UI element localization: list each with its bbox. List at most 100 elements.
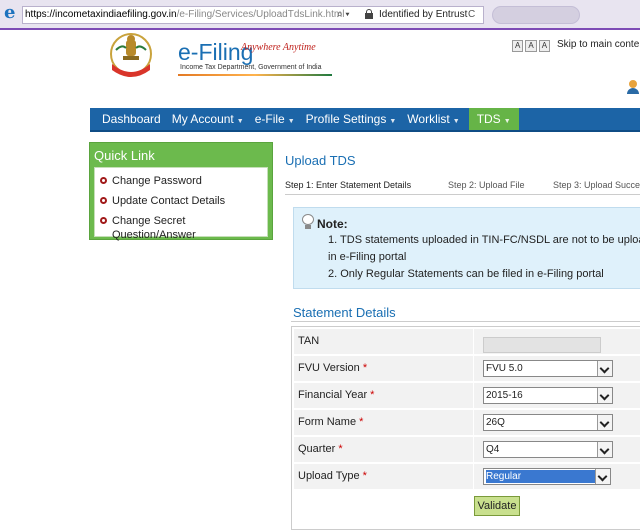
column-divider bbox=[473, 464, 474, 490]
quarter-label-text: Quarter bbox=[298, 443, 336, 455]
nav-my-account[interactable]: My Account ▼ bbox=[166, 108, 249, 130]
form-row-financial-year: Financial Year * 2015-16 bbox=[294, 383, 640, 409]
font-size-medium-button[interactable]: A bbox=[525, 40, 537, 52]
bullet-icon bbox=[100, 177, 107, 184]
chevron-down-icon[interactable] bbox=[595, 469, 610, 484]
nav-my-account-label: My Account bbox=[171, 112, 234, 126]
logo-tagline: Anywhere Anytime bbox=[241, 42, 316, 53]
financial-year-label: Financial Year * bbox=[298, 389, 374, 401]
required-mark: * bbox=[362, 470, 367, 482]
nav-profile-settings[interactable]: Profile Settings ▼ bbox=[300, 108, 402, 130]
note-item: 2. Only Regular Statements can be filed … bbox=[328, 268, 604, 280]
quick-link-secret-question[interactable]: Change Secret Question/Answer bbox=[95, 214, 267, 241]
user-icon[interactable] bbox=[626, 80, 640, 94]
form-row-upload-type: Upload Type * Regular bbox=[294, 464, 640, 490]
statement-details-title: Statement Details bbox=[293, 305, 396, 320]
search-dropdown-icon[interactable]: ⌕ ▾ bbox=[337, 7, 350, 23]
quick-link-change-password[interactable]: Change Password bbox=[95, 174, 267, 194]
form-row-tan: TAN bbox=[294, 329, 640, 355]
divider bbox=[285, 194, 640, 195]
nav-profile-settings-label: Profile Settings bbox=[305, 112, 387, 126]
statement-details-form: TAN FVU Version * FVU 5.0 Financial Year… bbox=[291, 326, 640, 530]
chevron-down-icon: ▼ bbox=[452, 118, 460, 125]
bullet-icon bbox=[100, 197, 107, 204]
column-divider bbox=[473, 356, 474, 382]
column-divider bbox=[473, 329, 474, 355]
column-divider bbox=[473, 437, 474, 463]
quarter-select[interactable]: Q4 bbox=[483, 441, 613, 458]
financial-year-select[interactable]: 2015-16 bbox=[483, 387, 613, 404]
quick-link-list: Change Password Update Contact Details C… bbox=[94, 167, 268, 241]
browser-tab[interactable] bbox=[492, 6, 580, 24]
column-divider bbox=[473, 383, 474, 409]
chevron-down-icon[interactable] bbox=[597, 361, 612, 376]
chevron-down-icon[interactable] bbox=[597, 442, 612, 457]
nav-worklist-label: Worklist bbox=[407, 112, 450, 126]
nav-dashboard[interactable]: Dashboard bbox=[90, 108, 166, 130]
note-title: Note: bbox=[317, 217, 348, 231]
font-size-small-button[interactable]: A bbox=[512, 40, 524, 52]
upload-type-label: Upload Type * bbox=[298, 470, 367, 482]
tan-value bbox=[483, 337, 601, 353]
required-mark: * bbox=[370, 389, 375, 401]
quarter-label: Quarter * bbox=[298, 443, 343, 455]
government-emblem-icon bbox=[110, 33, 152, 77]
quick-link-label: Change Password bbox=[112, 175, 202, 187]
nav-tds[interactable]: TDS ▼ bbox=[468, 108, 519, 130]
chevron-down-icon: ▼ bbox=[287, 118, 295, 125]
url-field[interactable]: https://incometaxindiaefiling.gov.in/e-F… bbox=[22, 6, 484, 24]
chevron-down-icon[interactable] bbox=[597, 388, 612, 403]
form-row-form-name: Form Name * 26Q bbox=[294, 410, 640, 436]
security-identity[interactable]: Identified by Entrust bbox=[379, 7, 467, 23]
font-size-large-button[interactable]: A bbox=[538, 40, 551, 52]
form-row-fvu-version: FVU Version * FVU 5.0 bbox=[294, 356, 640, 382]
chevron-down-icon[interactable] bbox=[597, 415, 612, 430]
fvu-version-label: FVU Version * bbox=[298, 362, 367, 374]
bullet-icon bbox=[100, 217, 107, 224]
form-row-quarter: Quarter * Q4 bbox=[294, 437, 640, 463]
quick-link-title: Quick Link bbox=[94, 148, 155, 163]
required-mark: * bbox=[338, 443, 343, 455]
fvu-version-label-text: FVU Version bbox=[298, 362, 360, 374]
column-divider bbox=[473, 410, 474, 436]
main-nav: Dashboard My Account ▼ e-File ▼ Profile Se… bbox=[90, 108, 640, 132]
validate-button[interactable]: Validate bbox=[474, 496, 520, 516]
form-name-select[interactable]: 26Q bbox=[483, 414, 613, 431]
skip-to-main-link[interactable]: Skip to main conte bbox=[557, 39, 639, 50]
lightbulb-icon bbox=[302, 214, 314, 230]
internet-explorer-icon: e bbox=[4, 2, 16, 23]
fvu-version-select[interactable]: FVU 5.0 bbox=[483, 360, 613, 377]
quick-link-label: Update Contact Details bbox=[112, 195, 226, 207]
form-name-label-text: Form Name bbox=[298, 416, 357, 428]
chevron-down-icon: ▼ bbox=[503, 118, 511, 125]
step-3: Step 3: Upload Succe bbox=[553, 180, 640, 190]
nav-dashboard-label: Dashboard bbox=[102, 112, 161, 126]
quick-link-label: Change Secret Question/Answer bbox=[112, 215, 196, 241]
note-item: 1. TDS statements uploaded in TIN-FC/NSD… bbox=[328, 234, 640, 263]
chevron-down-icon: ▼ bbox=[389, 118, 397, 125]
financial-year-value: 2015-16 bbox=[486, 390, 523, 401]
url-path: /e-Filing/Services/UploadTdsLink.html bbox=[176, 9, 345, 20]
step-2: Step 2: Upload File bbox=[448, 180, 525, 190]
nav-e-file-label: e-File bbox=[254, 112, 285, 126]
url-host: https://incometaxindiaefiling.gov.in bbox=[25, 9, 177, 20]
nav-worklist[interactable]: Worklist ▼ bbox=[401, 108, 464, 130]
divider bbox=[291, 321, 640, 322]
nav-e-file[interactable]: e-File ▼ bbox=[249, 108, 300, 130]
upload-type-label-text: Upload Type bbox=[298, 470, 360, 482]
refresh-icon[interactable]: C bbox=[468, 7, 475, 23]
required-mark: * bbox=[362, 362, 368, 374]
logo-divider bbox=[178, 74, 332, 76]
quarter-value: Q4 bbox=[486, 444, 500, 455]
lock-icon[interactable] bbox=[365, 9, 373, 19]
nav-tds-label: TDS bbox=[476, 112, 501, 126]
upload-type-value: Regular bbox=[486, 470, 596, 483]
logo-subtitle: Income Tax Department, Government of Ind… bbox=[180, 64, 322, 71]
upload-type-select[interactable]: Regular bbox=[483, 468, 611, 485]
quick-link-update-contact[interactable]: Update Contact Details bbox=[95, 194, 267, 214]
fvu-version-value: FVU 5.0 bbox=[486, 363, 523, 374]
note-box: Note: 1. TDS statements uploaded in TIN-… bbox=[293, 207, 640, 289]
quick-link-panel: Quick Link Change Password Update Contac… bbox=[89, 142, 273, 241]
font-size-controls: A A A bbox=[512, 40, 551, 52]
chevron-down-icon: ▼ bbox=[236, 118, 244, 125]
